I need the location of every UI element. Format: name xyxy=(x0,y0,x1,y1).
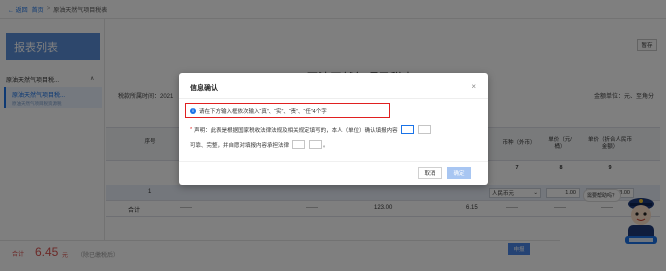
char-input-1[interactable] xyxy=(400,125,414,134)
char-input-3[interactable] xyxy=(292,140,306,149)
info-icon: i xyxy=(190,107,196,114)
declaration-line-2: 可靠、完整，并自愿对填报内容承担法律 。 xyxy=(190,140,329,149)
declaration-line-1: * 声明：此表是根据国家税收法律法规及相关规定填写的，本人（单位）确认填报内容 xyxy=(190,125,432,134)
dialog-footer-divider xyxy=(179,161,488,162)
dialog-title: 信息确认 xyxy=(190,85,218,92)
instruction-text: 请在下方输入框依次输入“真”、“实”、“责”、“任”4个字 xyxy=(199,108,327,115)
char-input-2[interactable] xyxy=(417,125,431,134)
input-instruction: i 请在下方输入框依次输入“真”、“实”、“责”、“任”4个字 xyxy=(185,103,390,118)
confirm-dialog: 信息确认 × i 请在下方输入框依次输入“真”、“实”、“责”、“任”4个字 *… xyxy=(179,73,488,185)
dialog-divider xyxy=(179,98,488,99)
declaration-text-2: 可靠、完整，并自愿对填报内容承担法律 xyxy=(190,142,290,149)
declaration-text-1: 声明：此表是根据国家税收法律法规及相关规定填写的，本人（单位）确认填报内容 xyxy=(194,127,398,134)
char-input-4[interactable] xyxy=(309,140,323,149)
declaration-end: 。 xyxy=(323,142,329,149)
required-star: * xyxy=(190,126,193,133)
close-icon[interactable]: × xyxy=(471,82,476,91)
cancel-button[interactable]: 取消 xyxy=(418,167,442,179)
confirm-button[interactable]: 确定 xyxy=(447,167,471,179)
